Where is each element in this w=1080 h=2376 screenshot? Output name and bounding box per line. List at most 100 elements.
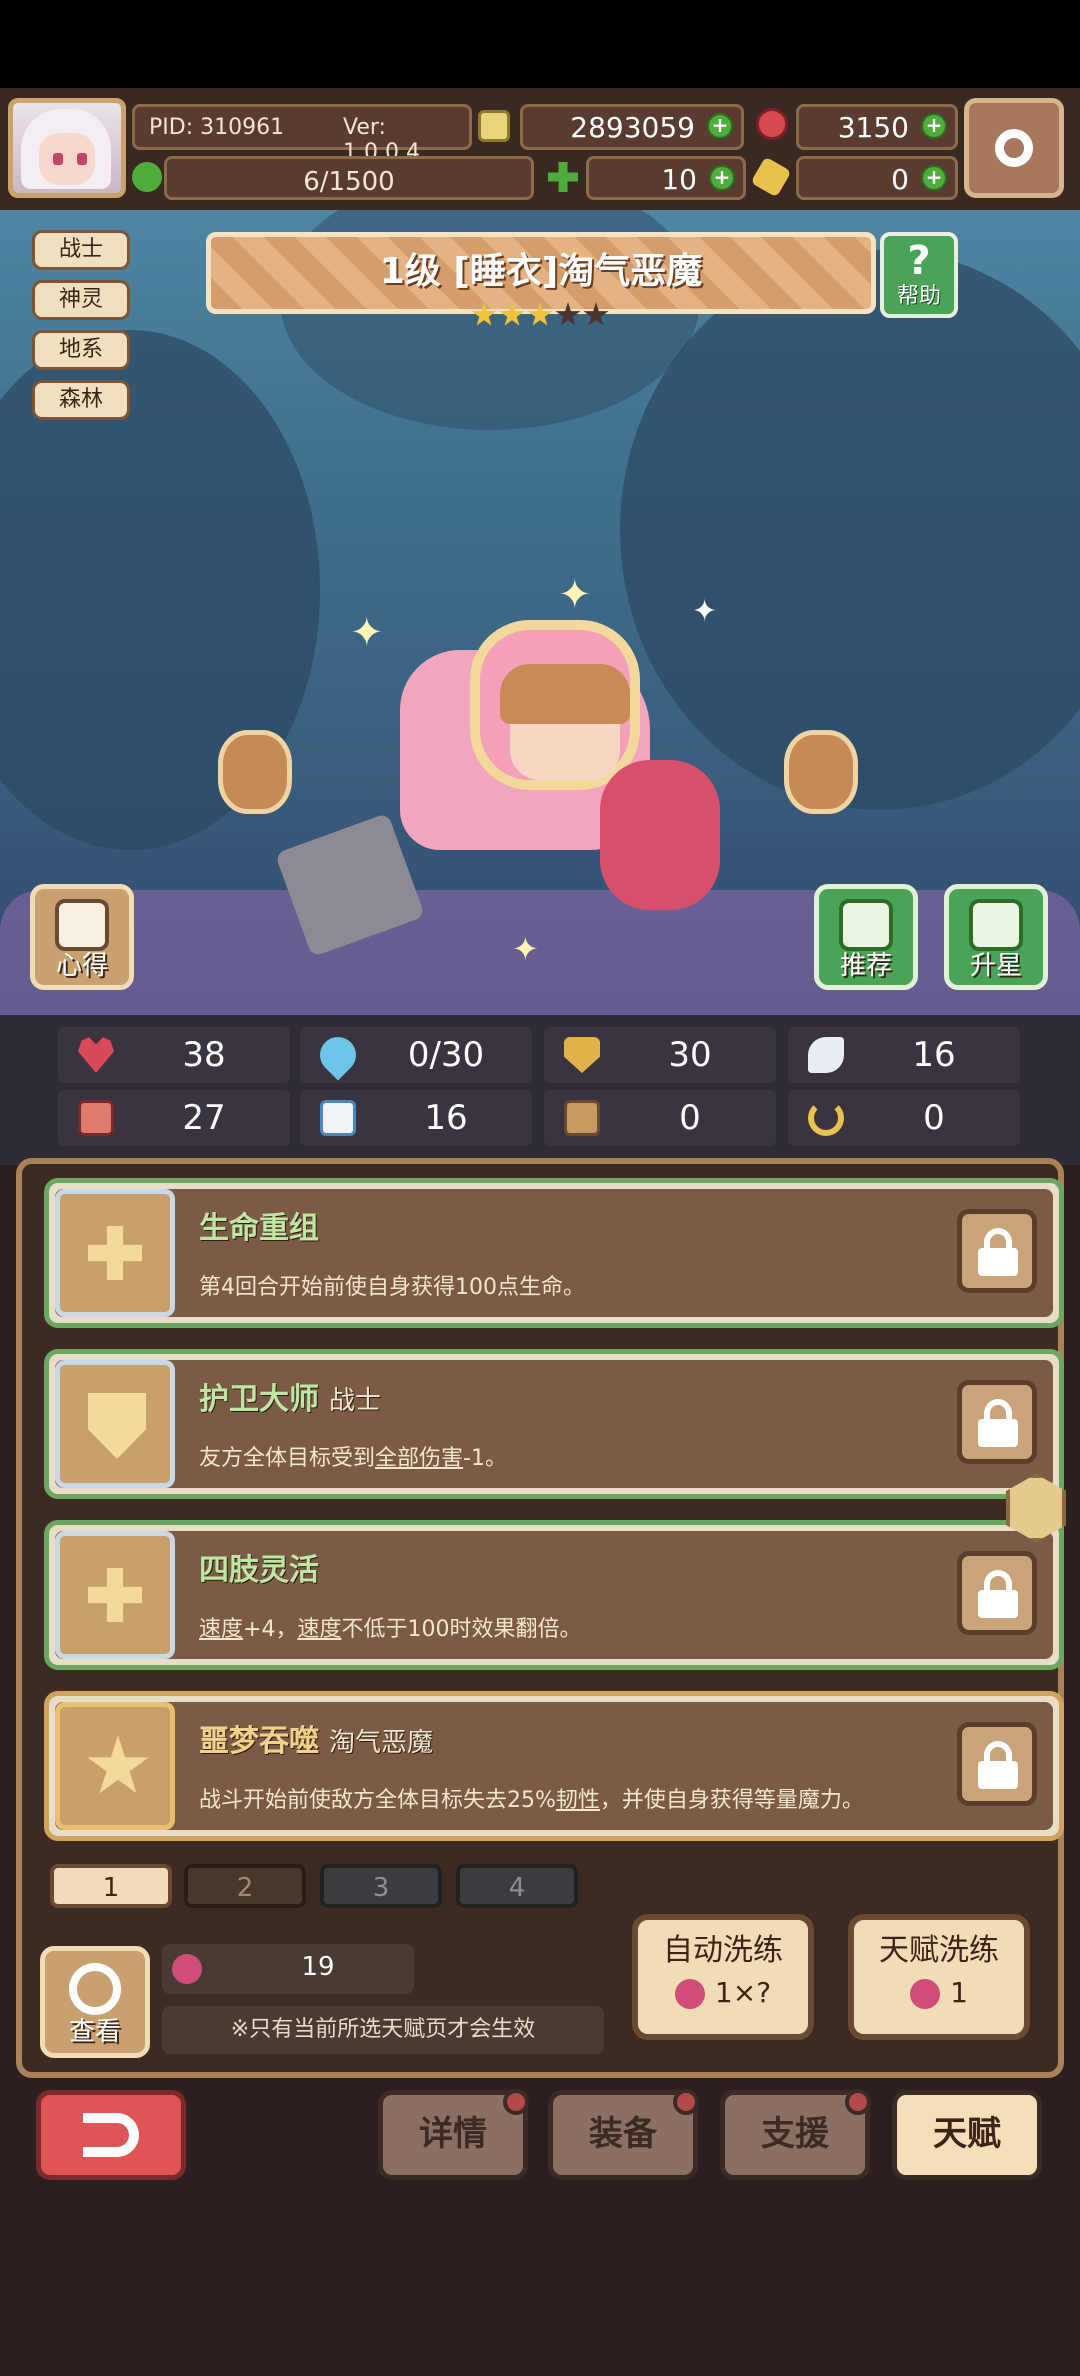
sparkle-icon: ✦ [558, 572, 592, 618]
view-label: 查看 [68, 2017, 121, 2047]
cross-icon [88, 1568, 142, 1622]
tag-class: 战士 [32, 230, 130, 270]
talent-card[interactable]: 生命重组 第4回合开始前使自身获得100点生命。 [44, 1178, 1064, 1328]
insight-button[interactable]: 心得 [30, 884, 134, 990]
add-gold-button[interactable]: + [707, 113, 733, 139]
page-tab-1[interactable]: 1 [50, 1864, 172, 1908]
tag-element: 地系 [32, 330, 130, 370]
settings-button[interactable] [964, 98, 1064, 198]
sparkle-icon: ✦ [350, 610, 384, 656]
gold-coin-icon [478, 110, 510, 142]
pid-text: PID: 310961 [149, 115, 285, 140]
talent-name: 生命重组 [199, 1211, 319, 1246]
lock-button[interactable] [957, 1551, 1037, 1635]
auto-reroll-button[interactable]: 自动洗练 1×? [632, 1914, 814, 2040]
back-arrow-icon [83, 2113, 139, 2157]
notification-dot [673, 2089, 699, 2115]
lock-button[interactable] [957, 1380, 1037, 1464]
talent-icon [55, 1360, 175, 1488]
shield-icon [88, 1393, 146, 1459]
shield-icon [564, 1037, 600, 1073]
view-button[interactable]: 查看 [40, 1946, 150, 2058]
hero-hair [500, 664, 630, 724]
magnifier-icon [69, 1963, 121, 2015]
cross-icon [88, 1226, 142, 1280]
recommend-label: 推荐 [839, 951, 892, 981]
talent-desc: 第4回合开始前使自身获得100点生命。 [199, 1275, 585, 1300]
wing-icon [808, 1037, 844, 1073]
insight-label: 心得 [55, 951, 108, 981]
talent-tab[interactable]: 天赋 [892, 2090, 1042, 2180]
pid-bar: PID: 310961 Ver: 1.0.0.4 [132, 104, 472, 165]
tag-terrain: 森林 [32, 380, 130, 420]
talent-desc: 友方全体目标受到全部伤害-1。 [199, 1446, 507, 1471]
equip-tab[interactable]: 装备 [548, 2089, 699, 2180]
talent-card[interactable]: 护卫大师 战士 友方全体目标受到全部伤害-1。 [44, 1349, 1064, 1499]
berry-counter: 19 [162, 1944, 414, 1994]
gold-value: 2893059 [570, 111, 695, 144]
lock-button[interactable] [957, 1209, 1037, 1293]
star-badge-icon [969, 899, 1023, 951]
back-button[interactable] [36, 2090, 186, 2180]
fist-icon [78, 1100, 114, 1136]
talent-name: 噩梦吞噬 淘气恶魔 [199, 1724, 434, 1759]
talent-note: ※只有当前所选天赋页才会生效 [162, 2006, 604, 2054]
star-icon [87, 1735, 149, 1794]
page-tab-4[interactable]: 4 [456, 1864, 578, 1908]
red-gem-icon [756, 108, 788, 140]
details-tab[interactable]: 详情 [378, 2089, 529, 2180]
notification-dot [503, 2089, 529, 2115]
stat-magic: 16 [300, 1090, 532, 1146]
help-label: 帮助 [896, 284, 941, 309]
talent-reroll-label: 天赋洗练 [879, 1933, 999, 1968]
mana-value: 0/30 [407, 1035, 485, 1075]
prev-hero-button[interactable] [218, 730, 292, 814]
talent-type: 战士 [329, 1386, 382, 1416]
talent-icon [55, 1531, 175, 1659]
upstar-button[interactable]: 升星 [944, 884, 1048, 990]
sparkle-icon: ✦ [692, 594, 718, 629]
talent-reroll-button[interactable]: 天赋洗练 1 [848, 1914, 1030, 2040]
status-bar [0, 0, 1080, 88]
add-gem-button[interactable]: + [921, 113, 947, 139]
heart-icon [78, 1037, 114, 1073]
teddy-bear [600, 760, 720, 910]
talent-icon [55, 1702, 175, 1830]
talent-reroll-cost: 1 [950, 1976, 968, 2009]
recommend-button[interactable]: 推荐 [814, 884, 918, 990]
support-tab[interactable]: 支援 [720, 2089, 871, 2180]
stamina-bar: 6/1500 [164, 156, 534, 200]
bed-icon [564, 1100, 600, 1136]
berry-icon [172, 1954, 202, 1984]
star-icon [527, 302, 553, 326]
key-bar: 0 + [796, 156, 958, 200]
talent-card[interactable]: 四肢灵活 速度+4，速度不低于100时效果翻倍。 [44, 1520, 1064, 1670]
stat-attack: 27 [58, 1090, 290, 1146]
page-tab-2[interactable]: 2 [184, 1864, 306, 1908]
add-key-button[interactable]: + [921, 165, 947, 191]
book-icon [320, 1100, 356, 1136]
talent-type: 淘气恶魔 [329, 1728, 434, 1758]
player-avatar[interactable] [8, 98, 126, 198]
talent-card[interactable]: 噩梦吞噬 淘气恶魔 战斗开始前使敌方全体目标失去25%韧性，并使自身获得等量魔力。 [44, 1691, 1064, 1841]
lock-button[interactable] [957, 1722, 1037, 1806]
next-hero-button[interactable] [784, 730, 858, 814]
page-tab-3[interactable]: 3 [320, 1864, 442, 1908]
star-icon [499, 302, 525, 326]
talent-name: 四肢灵活 [199, 1553, 319, 1588]
add-clover-button[interactable]: + [709, 165, 735, 191]
magic-value: 16 [424, 1098, 468, 1138]
thumbs-up-icon [839, 899, 893, 951]
auto-reroll-label: 自动洗练 [663, 1933, 783, 1968]
speed-value: 16 [912, 1035, 956, 1075]
tag-race: 神灵 [32, 280, 130, 320]
stamina-icon [132, 162, 162, 192]
star-empty-icon [583, 302, 609, 326]
help-button[interactable]: ? 帮助 [880, 232, 958, 318]
question-icon: ? [907, 238, 931, 284]
berry-icon [910, 1979, 941, 2009]
stat-bed: 0 [544, 1090, 776, 1146]
water-drop-icon [312, 1029, 364, 1081]
gem-bar: 3150 + [796, 104, 958, 150]
gear-icon [995, 129, 1033, 167]
